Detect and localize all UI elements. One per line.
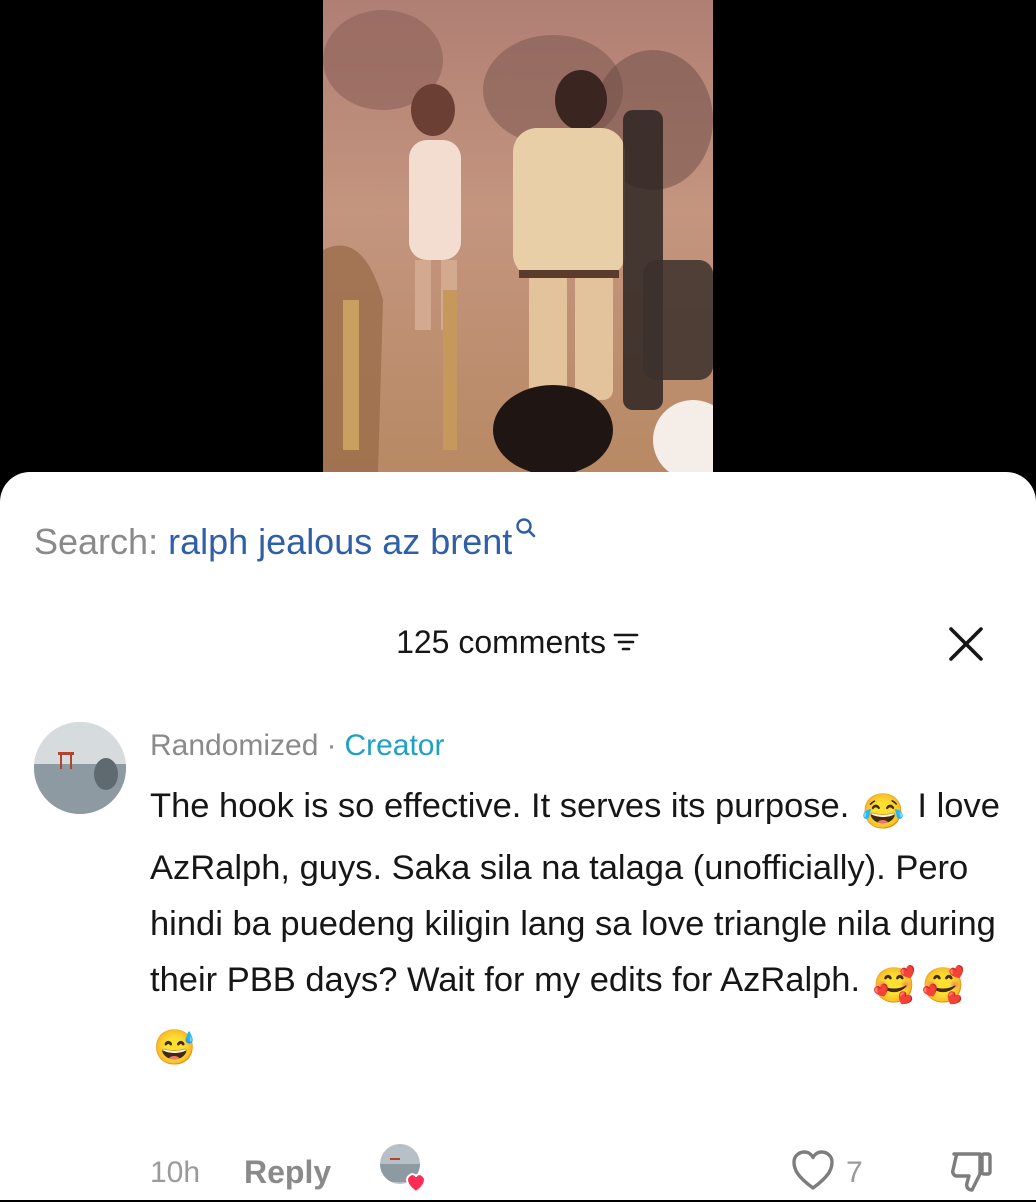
comment-actions: 10h Reply 7 [0, 1142, 1036, 1202]
laughing-emoji-icon: 😂 [861, 793, 905, 831]
search-suggestion[interactable]: Search: ralph jealous az brent [34, 518, 538, 564]
avatar[interactable] [34, 722, 126, 814]
creator-badge: Creator [344, 729, 445, 762]
comment-count-label: 125 comments [396, 624, 606, 660]
comments-sheet: Search: ralph jealous az brent 125 comme… [0, 472, 1036, 1200]
like-heart-icon[interactable] [790, 1148, 836, 1192]
search-term-link[interactable]: ralph jealous az brent [168, 521, 512, 562]
comment-text: The hook is so effective. It serves its … [150, 778, 1000, 1076]
close-icon[interactable] [944, 622, 988, 666]
sweat-smile-emoji-icon: 😅 [153, 1029, 196, 1067]
comment-time: 10h [150, 1156, 201, 1189]
search-icon[interactable] [514, 516, 538, 540]
comments-header: 125 comments [0, 620, 1036, 664]
like-count: 7 [846, 1156, 863, 1189]
comment-author[interactable]: Randomized [150, 729, 318, 762]
separator-dot: · [326, 729, 337, 762]
reply-button[interactable]: Reply [244, 1154, 331, 1191]
smiling-hearts-emoji-icon: 🥰 [921, 967, 965, 1005]
comment-text-part: The hook is so effective. It serves its … [150, 787, 859, 825]
video-player[interactable] [0, 0, 1036, 500]
video-frame [323, 0, 713, 473]
comment-author-row: Randomized · Creator [150, 728, 444, 764]
search-prefix: Search: [34, 521, 159, 562]
creator-liked-avatar-icon [380, 1144, 426, 1194]
comment-count-sort[interactable]: 125 comments [396, 620, 640, 664]
dislike-icon[interactable] [946, 1148, 996, 1194]
filter-icon[interactable] [612, 628, 640, 656]
smiling-hearts-emoji-icon: 🥰 [872, 967, 916, 1005]
